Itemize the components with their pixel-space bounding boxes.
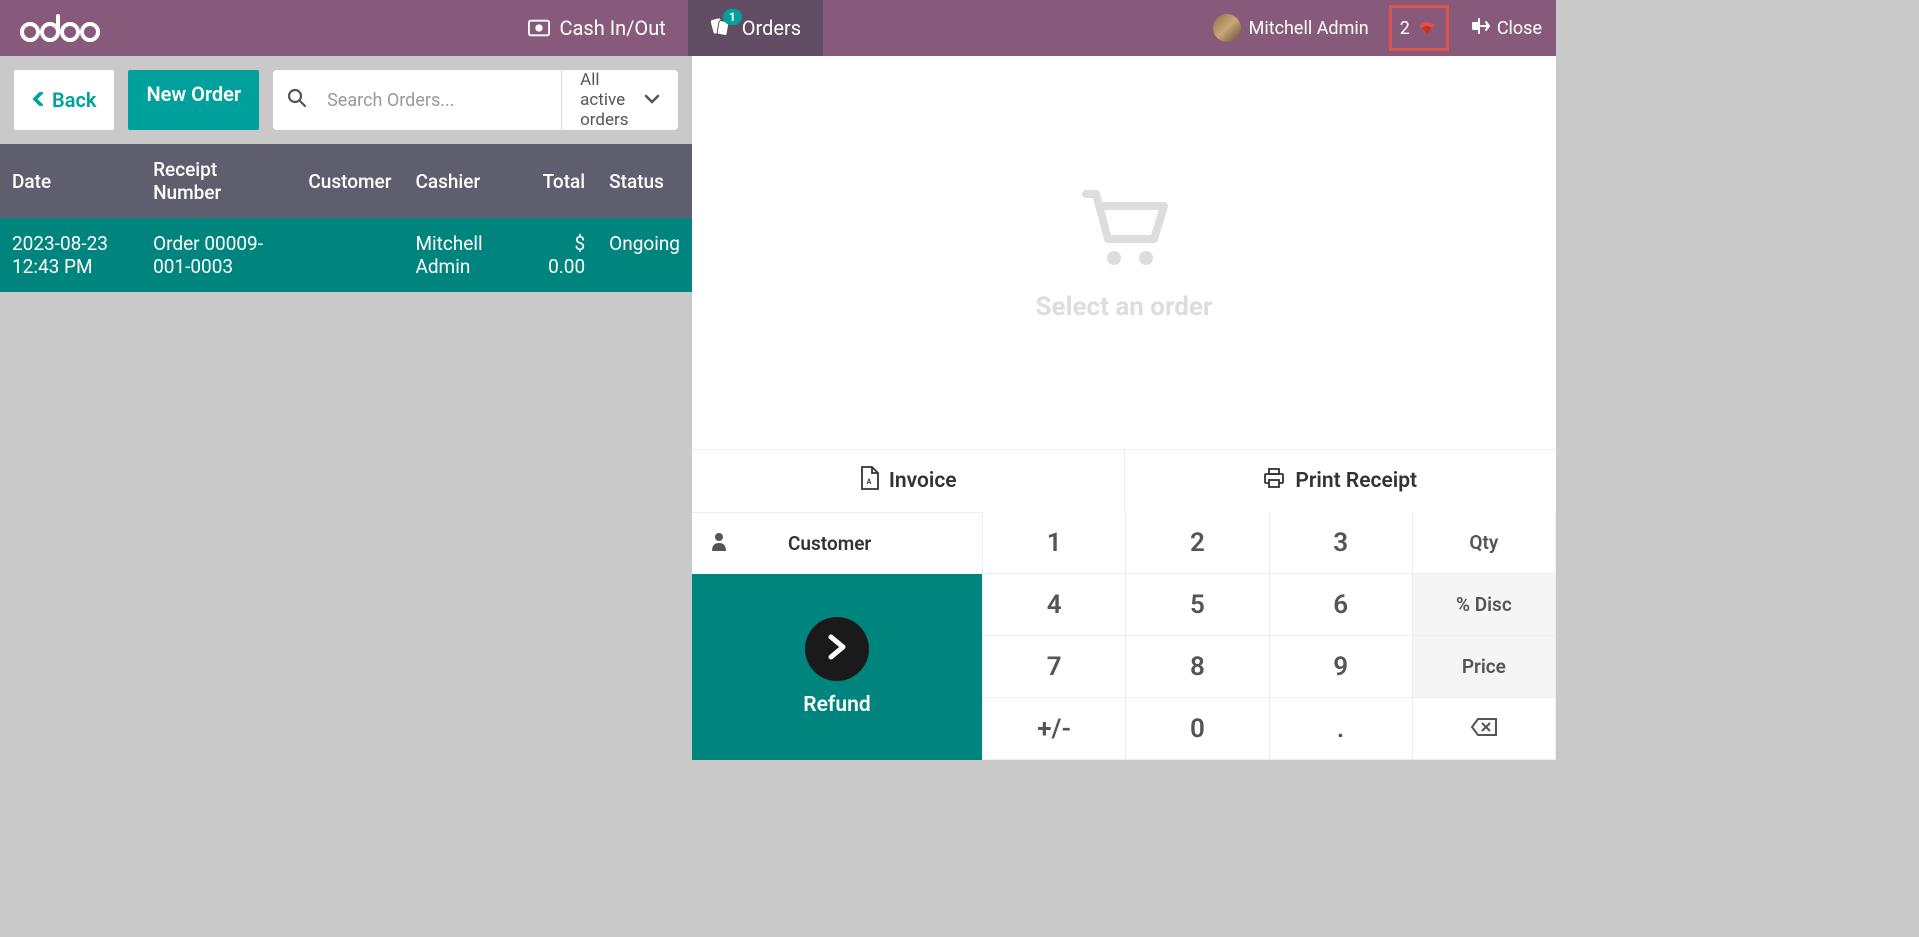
key-qty[interactable]: Qty [1413, 512, 1556, 574]
empty-text: Select an order [1036, 292, 1213, 322]
user-name: Mitchell Admin [1249, 18, 1369, 39]
key-dot[interactable]: . [1270, 698, 1413, 760]
orders-icon: 1 [710, 17, 732, 39]
user-icon [710, 531, 728, 556]
key-plusminus[interactable]: +/- [983, 698, 1126, 760]
col-customer: Customer [296, 144, 403, 218]
printer-icon [1263, 467, 1285, 495]
customer-button[interactable]: Customer [692, 512, 982, 574]
key-6[interactable]: 6 [1270, 574, 1413, 636]
chevron-right-icon [825, 633, 849, 665]
col-status: Status [597, 144, 692, 218]
table-row[interactable]: 2023-08-23 12:43 PM Order 00009-001-0003… [0, 218, 692, 292]
orders-pane: Back New Order All active orders [0, 56, 692, 760]
cash-in-out-button[interactable]: Cash In/Out [506, 0, 688, 56]
col-receipt: Receipt Number [141, 144, 296, 218]
key-9[interactable]: 9 [1270, 636, 1413, 698]
invoice-button[interactable]: A Invoice [692, 450, 1125, 512]
key-disc[interactable]: % Disc [1413, 574, 1556, 636]
chevron-left-icon [32, 88, 48, 112]
chevron-down-icon [644, 90, 660, 110]
sync-count: 2 [1400, 18, 1410, 39]
new-order-label: New Order [146, 82, 241, 106]
wifi-icon [1416, 17, 1438, 39]
search-wrap: All active orders [273, 70, 678, 130]
back-label: Back [52, 88, 96, 112]
refund-circle [805, 617, 869, 681]
orders-label: Orders [742, 16, 801, 40]
refund-button[interactable]: Refund [692, 574, 982, 760]
orders-button[interactable]: 1 Orders [688, 0, 823, 56]
key-backspace[interactable] [1413, 698, 1556, 760]
new-order-button[interactable]: New Order [128, 70, 259, 130]
key-5[interactable]: 5 [1126, 574, 1269, 636]
cell-date: 2023-08-23 12:43 PM [0, 218, 141, 292]
col-cashier: Cashier [403, 144, 525, 218]
cart-icon [1074, 184, 1174, 278]
logo [0, 14, 128, 42]
invoice-label: Invoice [889, 469, 957, 493]
svg-text:A: A [867, 478, 872, 486]
cash-label: Cash In/Out [560, 16, 666, 40]
pdf-icon: A [859, 466, 879, 496]
header: Cash In/Out 1 Orders Mitchell Admin 2 Cl… [0, 0, 1556, 56]
col-date: Date [0, 144, 141, 218]
backspace-icon [1470, 714, 1498, 744]
key-4[interactable]: 4 [983, 574, 1126, 636]
customer-col: Customer Refund [692, 512, 982, 760]
sync-status[interactable]: 2 [1389, 5, 1449, 51]
action-row: A Invoice Print Receipt [692, 449, 1556, 512]
cell-receipt: Order 00009-001-0003 [141, 218, 296, 292]
key-1[interactable]: 1 [983, 512, 1126, 574]
key-0[interactable]: 0 [1126, 698, 1269, 760]
filter-dropdown[interactable]: All active orders [561, 70, 678, 130]
details-pane: Select an order A Invoice Print Receipt [692, 56, 1556, 760]
cell-total: $ 0.00 [525, 218, 597, 292]
back-button[interactable]: Back [14, 70, 114, 130]
close-icon [1471, 16, 1491, 41]
cash-icon [528, 17, 550, 39]
cell-status: Ongoing [597, 218, 692, 292]
close-label: Close [1497, 18, 1542, 39]
user-section[interactable]: Mitchell Admin [1201, 14, 1381, 42]
numpad: 1 2 3 Qty 4 5 6 % Disc 7 8 9 Price +/- 0… [982, 512, 1556, 760]
key-2[interactable]: 2 [1126, 512, 1269, 574]
refund-label: Refund [803, 693, 870, 717]
filter-label: All active orders [580, 70, 630, 130]
customer-label: Customer [788, 532, 871, 555]
print-label: Print Receipt [1295, 469, 1417, 493]
key-8[interactable]: 8 [1126, 636, 1269, 698]
cell-customer [296, 218, 403, 292]
main: Back New Order All active orders [0, 56, 1556, 760]
search-input[interactable] [321, 76, 561, 125]
close-button[interactable]: Close [1457, 16, 1556, 41]
table-header-row: Date Receipt Number Customer Cashier Tot… [0, 144, 692, 218]
orders-table: Date Receipt Number Customer Cashier Tot… [0, 144, 692, 292]
print-receipt-button[interactable]: Print Receipt [1125, 450, 1557, 512]
search-icon [273, 88, 321, 112]
key-price[interactable]: Price [1413, 636, 1556, 698]
orders-toolbar: Back New Order All active orders [0, 56, 692, 144]
empty-state: Select an order [692, 56, 1556, 449]
col-total: Total [525, 144, 597, 218]
avatar [1213, 14, 1241, 42]
key-7[interactable]: 7 [983, 636, 1126, 698]
orders-badge: 1 [723, 9, 742, 25]
cell-cashier: Mitchell Admin [403, 218, 525, 292]
key-3[interactable]: 3 [1270, 512, 1413, 574]
pad-area: Customer Refund 1 2 3 Qty 4 [692, 512, 1556, 760]
